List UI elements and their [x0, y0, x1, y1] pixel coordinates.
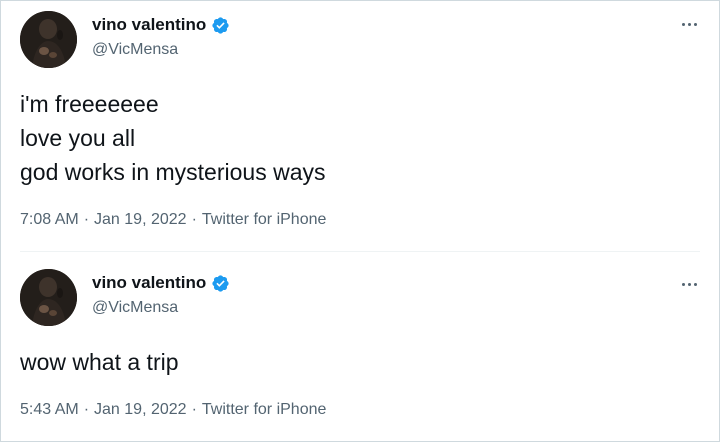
tweet-date[interactable]: Jan 19, 2022 — [94, 211, 187, 228]
name-row: vino valentino — [92, 14, 230, 36]
more-options-icon[interactable] — [678, 14, 700, 34]
tweet-meta: 5:43 AM · Jan 19, 2022 · Twitter for iPhone — [20, 400, 326, 420]
separator: · — [191, 211, 197, 228]
tweet-date[interactable]: Jan 19, 2022 — [94, 401, 187, 418]
user-handle[interactable]: @VicMensa — [92, 40, 178, 60]
tweet[interactable]: vino valentino @VicMensa i'm freeeeeee l… — [0, 0, 720, 252]
user-handle[interactable]: @VicMensa — [92, 298, 178, 318]
separator: · — [191, 401, 197, 418]
tweet-time[interactable]: 7:08 AM — [20, 211, 79, 228]
tweet-meta: 7:08 AM · Jan 19, 2022 · Twitter for iPhone — [20, 210, 326, 230]
name-row: vino valentino — [92, 272, 230, 294]
tweet[interactable]: vino valentino @VicMensa wow what a trip… — [0, 252, 720, 442]
tweet-text: i'm freeeeeee love you all god works in … — [20, 91, 326, 185]
verified-badge-icon — [211, 274, 230, 293]
tweet-text: wow what a trip — [20, 349, 179, 375]
more-options-icon[interactable] — [678, 274, 700, 294]
tweet-source[interactable]: Twitter for iPhone — [202, 401, 327, 418]
avatar[interactable] — [20, 11, 77, 68]
display-name[interactable]: vino valentino — [92, 14, 206, 36]
tweet-source[interactable]: Twitter for iPhone — [202, 211, 327, 228]
tweet-time[interactable]: 5:43 AM — [20, 401, 79, 418]
separator: · — [83, 211, 90, 228]
avatar[interactable] — [20, 269, 77, 326]
separator: · — [83, 401, 90, 418]
display-name[interactable]: vino valentino — [92, 272, 206, 294]
verified-badge-icon — [211, 16, 230, 35]
